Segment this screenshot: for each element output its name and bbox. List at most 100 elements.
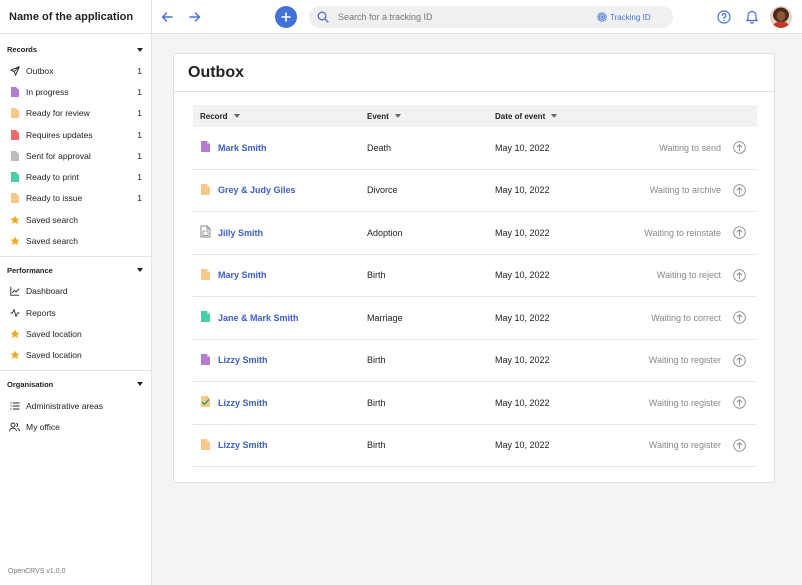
date-cell: May 10, 2022: [495, 440, 550, 451]
table-row: Jilly Smith Adoption May 10, 2022 Waiting t…: [193, 212, 757, 255]
search-input[interactable]: [338, 12, 593, 22]
event-cell: Birth: [367, 355, 386, 366]
chart-icon: [9, 286, 20, 297]
table-row: Grey & Judy Giles Divorce May 10, 2022 Wait…: [193, 170, 757, 212]
table-row: Lizzy Smith Birth May 10, 2022 Waiting to r…: [193, 382, 757, 425]
grey-doc-icon: [9, 150, 20, 161]
column-date[interactable]: Date of event: [495, 112, 605, 121]
sidebar-item-label: Saved search: [26, 236, 78, 247]
search-icon: [317, 11, 329, 23]
sidebar-section-performance[interactable]: Performance: [0, 260, 151, 281]
sidebar-item-my-office[interactable]: My office: [0, 416, 151, 437]
sidebar-item-label: Ready to print: [26, 172, 79, 183]
sidebar-item-saved-location[interactable]: Saved location: [0, 345, 151, 366]
sidebar-item-count: 1: [137, 129, 142, 140]
sidebar-item-requires-updates[interactable]: Requires updates 1: [0, 124, 151, 145]
sidebar-item-label: Saved location: [26, 328, 82, 339]
star-icon: [9, 236, 20, 247]
sidebar-item-count: 1: [137, 86, 142, 97]
table-row: Jane & Mark Smith Marriage May 10, 2022 Wai…: [193, 297, 757, 340]
create-button[interactable]: [275, 6, 297, 28]
sidebar-section-title: Records: [7, 45, 38, 54]
record-name-link[interactable]: Lizzy Smith: [218, 355, 268, 365]
sidebar-item-saved-search[interactable]: Saved search: [0, 209, 151, 230]
sidebar-item-ready-for-review[interactable]: Ready for review 1: [0, 103, 151, 124]
sidebar-item-dashboard[interactable]: Dashboard: [0, 281, 151, 302]
upload-arrow-icon[interactable]: [732, 311, 746, 325]
record-name-link[interactable]: Mary Smith: [218, 270, 267, 280]
table-row: Mary Smith Birth May 10, 2022 Waiting to re…: [193, 255, 757, 297]
sidebar-item-count: 1: [137, 150, 142, 161]
app-version: OpenCRVS v1.0.0: [8, 568, 66, 575]
document-icon: [200, 268, 211, 283]
upload-arrow-icon[interactable]: [732, 141, 746, 155]
date-cell: May 10, 2022: [495, 185, 550, 196]
status-cell: Waiting to correct: [651, 312, 721, 323]
star-icon: [9, 328, 20, 339]
record-name-link[interactable]: Jane & Mark Smith: [218, 313, 299, 323]
fingerprint-icon: [597, 12, 607, 22]
sidebar-divider: [0, 255, 151, 257]
users-icon: [9, 421, 20, 432]
upload-arrow-icon[interactable]: [732, 226, 746, 240]
date-cell: May 10, 2022: [495, 355, 550, 366]
record-name-link[interactable]: Mark Smith: [218, 143, 267, 153]
sidebar-section-organisation[interactable]: Organisation: [0, 374, 151, 395]
column-event[interactable]: Event: [367, 112, 495, 121]
caret-down-icon: [137, 382, 143, 387]
sidebar-item-count: 1: [137, 108, 142, 119]
bell-icon[interactable]: [745, 9, 759, 24]
sidebar-item-ready-to-issue[interactable]: Ready to issue 1: [0, 188, 151, 209]
sort-caret-icon: [551, 114, 558, 118]
record-name-link[interactable]: Grey & Judy Giles: [218, 185, 296, 195]
sidebar-item-outbox[interactable]: Outbox 1: [0, 60, 151, 81]
sidebar-item-label: In progress: [26, 86, 69, 97]
sidebar-item-label: My office: [26, 421, 60, 432]
orange-doc-icon: [9, 193, 20, 204]
back-arrow-icon[interactable]: [159, 9, 175, 25]
sidebar-item-label: Saved location: [26, 350, 82, 361]
document-icon: [200, 225, 211, 240]
avatar[interactable]: [770, 6, 792, 28]
send-icon: [9, 65, 20, 76]
status-cell: Waiting to send: [659, 142, 721, 153]
sidebar-item-administrative-areas[interactable]: Administrative areas: [0, 395, 151, 416]
sidebar-item-count: 1: [137, 65, 142, 76]
plus-icon: [281, 12, 291, 22]
table-row: Lizzy Smith Birth May 10, 2022 Waiting to r…: [193, 340, 757, 382]
page-title: Outbox: [188, 64, 244, 81]
upload-arrow-icon[interactable]: [732, 438, 746, 452]
forward-arrow-icon[interactable]: [187, 9, 203, 25]
sidebar-item-count: 1: [137, 193, 142, 204]
record-name-link[interactable]: Lizzy Smith: [218, 440, 268, 450]
date-cell: May 10, 2022: [495, 312, 550, 323]
table-header: Record Event Date of event: [193, 105, 757, 127]
sidebar-item-in-progress[interactable]: In progress 1: [0, 81, 151, 102]
activity-icon: [9, 307, 20, 318]
sidebar-item-saved-search[interactable]: Saved search: [0, 230, 151, 251]
upload-arrow-icon[interactable]: [732, 183, 746, 197]
upload-status-cell: [721, 268, 757, 282]
record-name-link[interactable]: Lizzy Smith: [218, 398, 268, 408]
upload-arrow-icon[interactable]: [732, 396, 746, 410]
sidebar-item-saved-location[interactable]: Saved location: [0, 323, 151, 344]
orange-doc-icon: [9, 108, 20, 119]
column-event-label: Event: [367, 111, 389, 121]
upload-status-cell: [721, 141, 757, 155]
document-icon: [200, 395, 211, 410]
sidebar-section-title: Performance: [7, 265, 53, 275]
status-cell: Waiting to register: [648, 440, 721, 451]
upload-arrow-icon[interactable]: [732, 353, 746, 367]
sidebar-item-label: Ready to issue: [26, 193, 83, 204]
sidebar-section-records[interactable]: Records: [0, 39, 151, 60]
tracking-id-selector[interactable]: Tracking ID: [597, 12, 651, 22]
record-name-link[interactable]: Jilly Smith: [218, 228, 263, 238]
sidebar-item-reports[interactable]: Reports: [0, 302, 151, 323]
help-icon[interactable]: [717, 10, 731, 24]
column-record[interactable]: Record: [193, 112, 367, 121]
sidebar-item-sent-for-approval[interactable]: Sent for approval 1: [0, 145, 151, 166]
purple-doc-icon: [9, 86, 20, 97]
sidebar-item-ready-to-print[interactable]: Ready to print 1: [0, 166, 151, 187]
record-cell: Mary Smith: [193, 268, 367, 283]
upload-arrow-icon[interactable]: [732, 268, 746, 282]
